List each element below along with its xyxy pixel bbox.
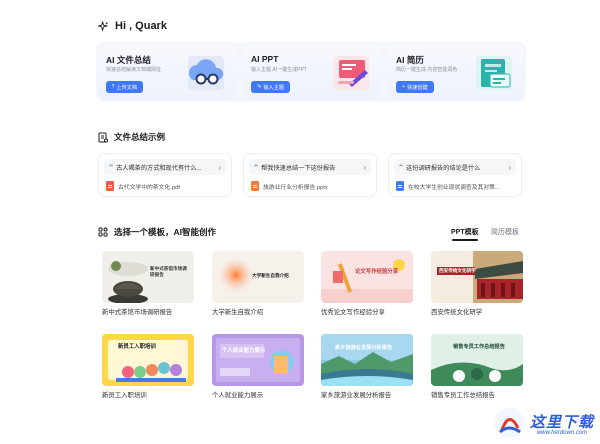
template-label: 西安传统文化研学 bbox=[431, 309, 483, 316]
thumb-title: 个人就业能力展示 bbox=[222, 348, 266, 354]
watermark: 这里下载 www.herdown.com bbox=[492, 406, 594, 440]
example-question[interactable]: ❝ 古人喝茶的方式和现代有什么... › bbox=[104, 159, 226, 175]
feature-subtitle: 快速总结解读文档或网址 bbox=[106, 67, 162, 73]
template-card[interactable]: 论文写作经验分享 优秀论文写作经验分享 bbox=[321, 251, 413, 316]
template-card[interactable]: 大学新生自我介绍 大学新生自我介绍 bbox=[212, 251, 304, 316]
example-question[interactable]: ❝ 这份调研报告的结论是什么 › bbox=[394, 159, 516, 175]
template-card[interactable]: 新中式茶馆市场调研报告 新中式茶馆市场调研报告 bbox=[102, 251, 194, 316]
examples-section-title: 文件总结示例 bbox=[98, 131, 165, 143]
template-label: 新中式茶馆市场调研报告 bbox=[102, 309, 173, 316]
thumb-title: 论文写作经验分享 bbox=[355, 269, 399, 275]
template-thumbnail: 新员工入职培训 bbox=[102, 334, 194, 386]
template-label: 家乡旅游业发展分析报告 bbox=[321, 392, 392, 399]
feature-title: AI 简历 bbox=[396, 55, 424, 65]
feature-subtitle: 输入主题 AI一键生成PPT bbox=[251, 67, 307, 73]
example-card[interactable]: ❝ 古人喝茶的方式和现代有什么... › 古代文学中的茶文化.pdf bbox=[98, 153, 232, 197]
quick-create-button[interactable]: + 快速创建 bbox=[396, 81, 434, 93]
word-file-icon bbox=[396, 181, 404, 191]
feature-card-ai-ppt[interactable]: AI PPT 输入主题 AI一键生成PPT ✎ 输入主题 bbox=[243, 44, 381, 100]
thumb-title: 销售专员工作总结报告 bbox=[453, 344, 505, 350]
cloud-glasses-icon bbox=[184, 50, 228, 94]
plus-icon: + bbox=[402, 84, 406, 90]
document-list-icon bbox=[98, 132, 108, 142]
template-thumbnail: 西安传统文化研学 bbox=[431, 251, 523, 303]
feature-title: AI 文件总结 bbox=[106, 55, 151, 65]
edit-icon: ✎ bbox=[257, 84, 262, 90]
example-card[interactable]: ❝ 这份调研报告的结论是什么 › 在校大学生创业现状调查及其对策... bbox=[388, 153, 522, 197]
template-card[interactable]: 销售专员工作总结报告 销售专员工作总结报告 bbox=[431, 334, 523, 399]
template-thumbnail: 大学新生自我介绍 bbox=[212, 251, 304, 303]
thumb-title: 新中式茶馆市场调研报告 bbox=[150, 266, 187, 277]
feature-card-file-summary[interactable]: AI 文件总结 快速总结解读文档或网址 ⤒ 上传文档 bbox=[98, 44, 236, 100]
watermark-url: www.herdown.com bbox=[536, 429, 588, 436]
template-thumbnail: 个人就业能力展示 bbox=[212, 334, 304, 386]
template-card[interactable]: 个人就业能力展示 个人就业能力展示 bbox=[212, 334, 304, 399]
ppt-file-icon bbox=[251, 181, 259, 191]
feature-subtitle: 简历一键生成 内容智能润色 bbox=[396, 67, 458, 73]
template-card[interactable]: 家乡旅游业发展分析报告 家乡旅游业发展分析报告 bbox=[321, 334, 413, 399]
template-thumbnail: 新中式茶馆市场调研报告 bbox=[102, 251, 194, 303]
resume-icon bbox=[472, 50, 516, 94]
greeting-text: Hi , Quark bbox=[115, 20, 167, 32]
template-thumbnail: 论文写作经验分享 bbox=[321, 251, 413, 303]
active-tab-indicator bbox=[452, 239, 478, 241]
template-label: 新员工入职培训 bbox=[102, 392, 147, 399]
thumb-title: 家乡旅游业发展分析报告 bbox=[335, 345, 393, 351]
thumb-title: 大学新生自我介绍 bbox=[252, 273, 289, 278]
template-card[interactable]: 新员工入职培训 新员工入职培训 bbox=[102, 334, 194, 399]
quote-icon: ❝ bbox=[399, 164, 404, 171]
template-thumbnail: 销售专员工作总结报告 bbox=[431, 334, 523, 386]
watermark-logo-icon bbox=[493, 408, 524, 438]
pdf-file-icon bbox=[106, 181, 114, 191]
template-card[interactable]: 西安传统文化研学 西安传统文化研学 bbox=[431, 251, 523, 316]
template-label: 优秀论文写作经验分享 bbox=[321, 309, 385, 316]
thumb-title: 西安传统文化研学 bbox=[439, 268, 476, 273]
quote-icon: ❝ bbox=[109, 164, 114, 171]
example-card[interactable]: ❝ 帮我快速总结一下这份报告 › 旅游业行业分析报告.pptx bbox=[243, 153, 377, 197]
sparkle-icon bbox=[98, 20, 109, 32]
template-label: 销售专员工作总结报告 bbox=[431, 392, 495, 399]
feature-title: AI PPT bbox=[251, 54, 279, 64]
upload-document-button[interactable]: ⤒ 上传文档 bbox=[106, 81, 144, 93]
template-thumbnail: 家乡旅游业发展分析报告 bbox=[321, 334, 413, 386]
template-label: 个人就业能力展示 bbox=[212, 392, 264, 399]
watermark-name: 这里下载 bbox=[529, 412, 594, 431]
enter-topic-button[interactable]: ✎ 输入主题 bbox=[251, 81, 291, 93]
presentation-icon bbox=[329, 50, 373, 94]
templates-section-title: 选择一个模板，AI智能创作 bbox=[98, 226, 216, 238]
example-file: 旅游业行业分析报告.pptx bbox=[251, 181, 328, 191]
feature-card-ai-resume[interactable]: AI 简历 简历一键生成 内容智能润色 + 快速创建 bbox=[388, 44, 524, 100]
template-grid-icon bbox=[98, 227, 108, 237]
greeting-header: Hi , Quark bbox=[98, 20, 167, 32]
upload-icon: ⤒ bbox=[112, 83, 115, 90]
tab-resume-templates[interactable]: 简历模板 bbox=[491, 227, 519, 237]
example-question[interactable]: ❝ 帮我快速总结一下这份报告 › bbox=[249, 159, 371, 175]
quote-icon: ❝ bbox=[254, 164, 259, 171]
thumb-title: 新员工入职培训 bbox=[118, 344, 156, 350]
example-file: 在校大学生创业现状调查及其对策... bbox=[396, 181, 500, 191]
chevron-right-icon: › bbox=[363, 162, 366, 172]
chevron-right-icon: › bbox=[508, 162, 511, 172]
tab-ppt-templates[interactable]: PPT模板 bbox=[451, 227, 479, 237]
chevron-right-icon: › bbox=[218, 162, 221, 172]
template-label: 大学新生自我介绍 bbox=[212, 309, 264, 316]
example-file: 古代文学中的茶文化.pdf bbox=[106, 181, 180, 191]
